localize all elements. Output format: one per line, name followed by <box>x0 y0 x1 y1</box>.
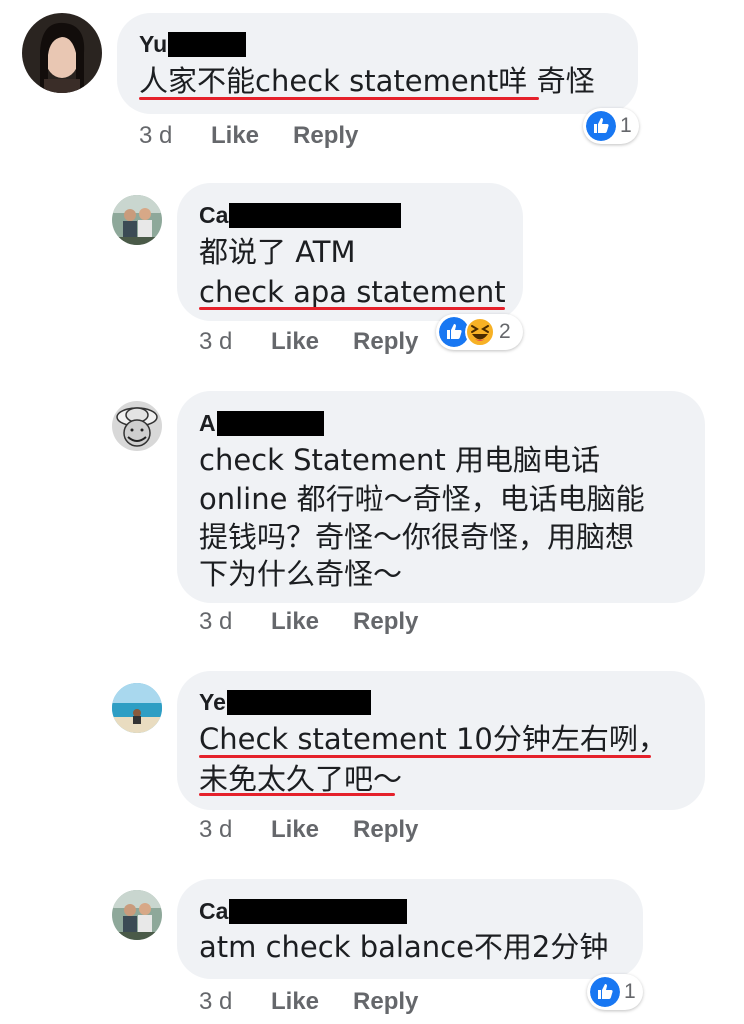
comment-text: Check statement 10分钟左右咧， <box>199 722 667 756</box>
red-underline <box>199 307 505 310</box>
timestamp[interactable]: 3 d <box>199 608 271 636</box>
redaction-bar <box>168 32 247 57</box>
like-button[interactable]: Like <box>271 608 319 636</box>
red-underline <box>199 755 651 758</box>
avatar[interactable] <box>112 890 162 940</box>
comment-text: 下为什么奇怪～ <box>199 557 403 591</box>
comment-text: check Statement 用电脑电话 <box>199 443 600 477</box>
avatar[interactable] <box>22 13 102 93</box>
redaction-bar <box>226 690 371 715</box>
reply-button[interactable]: Reply <box>353 608 418 636</box>
avatar[interactable] <box>112 195 162 245</box>
like-button[interactable]: Like <box>271 816 319 844</box>
comment-text: 提钱吗？奇怪～你很奇怪，用脑想 <box>199 520 635 554</box>
haha-reaction-icon <box>465 317 495 347</box>
author-name[interactable]: Ca <box>199 202 228 229</box>
reaction-count: 1 <box>624 980 636 1003</box>
redaction-bar <box>216 411 324 436</box>
avatar[interactable] <box>112 401 162 451</box>
comment-text: 都说了 ATM <box>199 235 356 269</box>
reaction-summary[interactable]: 1 <box>583 108 639 144</box>
timestamp[interactable]: 3 d <box>199 328 271 356</box>
reply-button[interactable]: Reply <box>293 122 358 150</box>
comment-text: check apa statement <box>199 275 506 309</box>
reaction-summary[interactable]: 2 <box>436 314 523 350</box>
reaction-count: 2 <box>499 320 511 343</box>
reaction-summary[interactable]: 1 <box>587 974 643 1010</box>
timestamp[interactable]: 3 d <box>199 816 271 844</box>
timestamp[interactable]: 3 d <box>139 122 211 150</box>
like-reaction-icon <box>590 977 620 1007</box>
reaction-count: 1 <box>620 114 632 137</box>
comment-text: 人家不能check statement咩 奇怪 <box>139 64 595 98</box>
redaction-bar <box>229 899 408 924</box>
like-button[interactable]: Like <box>211 122 259 150</box>
reply-button[interactable]: Reply <box>353 328 418 356</box>
like-reaction-icon <box>586 111 616 141</box>
author-name[interactable]: Ca <box>199 898 228 925</box>
timestamp[interactable]: 3 d <box>199 988 271 1016</box>
author-name[interactable]: Yu <box>139 31 167 58</box>
author-name[interactable]: Ye <box>199 689 226 716</box>
reply-button[interactable]: Reply <box>353 988 418 1016</box>
like-button[interactable]: Like <box>271 328 319 356</box>
comment-text: online 都行啦～奇怪，电话电脑能 <box>199 482 645 516</box>
like-button[interactable]: Like <box>271 988 319 1016</box>
red-underline <box>199 793 395 796</box>
redaction-bar <box>229 203 402 228</box>
author-name[interactable]: A <box>199 410 216 437</box>
red-underline <box>139 97 539 100</box>
reply-button[interactable]: Reply <box>353 816 418 844</box>
comment-text: atm check balance不用2分钟 <box>199 930 609 964</box>
avatar[interactable] <box>112 683 162 733</box>
